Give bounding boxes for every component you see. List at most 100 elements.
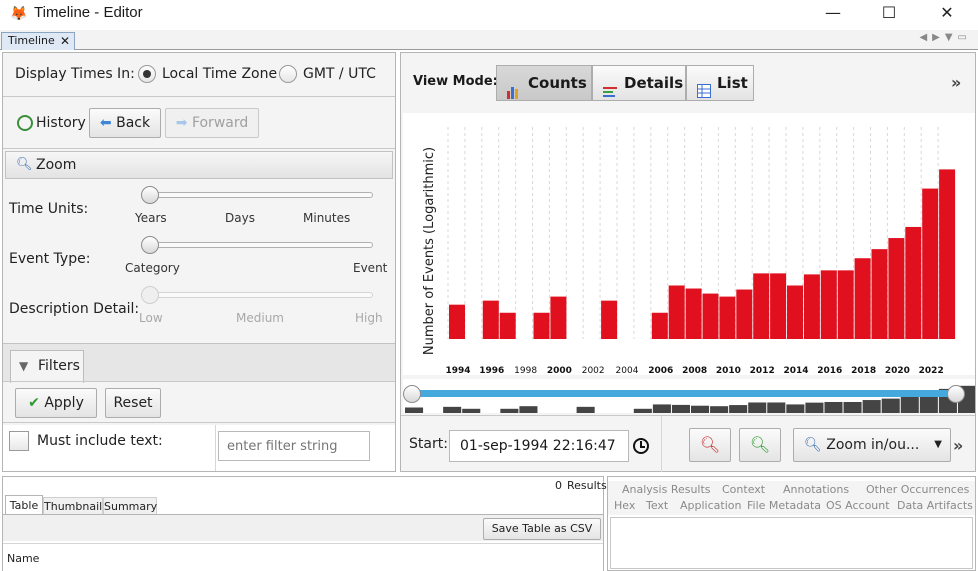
bar-2021[interactable] xyxy=(905,226,922,339)
view-toolbar-overflow-icon[interactable]: » xyxy=(951,73,961,92)
list-view-button[interactable]: List xyxy=(686,65,754,101)
description-detail-slider-knob[interactable] xyxy=(141,286,159,304)
bar-2018[interactable] xyxy=(854,258,871,339)
must-include-checkbox[interactable] xyxy=(9,431,29,451)
overview-bar-2018 xyxy=(862,400,881,413)
range-slider-track[interactable] xyxy=(411,390,957,397)
overview-bar-2007 xyxy=(652,404,671,413)
overview-bar-1999 xyxy=(500,408,519,413)
filter-text-input[interactable] xyxy=(218,431,370,461)
tab-summary[interactable]: Summary xyxy=(103,497,157,515)
zoom-in-out-dropdown[interactable]: 🔍︎ Zoom in/ou... ▼ xyxy=(793,428,951,462)
counts-view-button[interactable]: Counts xyxy=(496,65,592,101)
zoom-in-button[interactable]: 🔍︎ xyxy=(739,428,781,462)
range-start-knob[interactable] xyxy=(403,385,421,403)
x-tick-2018: 2018 xyxy=(851,366,876,375)
bar-2017[interactable] xyxy=(837,270,854,339)
tab-data-artifacts[interactable]: Data Artifacts xyxy=(897,499,973,512)
tab-hex[interactable]: Hex xyxy=(614,499,635,512)
tab-application[interactable]: Application xyxy=(680,499,741,512)
bar-2000[interactable] xyxy=(550,296,567,339)
bar-2007[interactable] xyxy=(668,285,685,339)
time-range-overview[interactable] xyxy=(403,379,976,413)
save-table-csv-button[interactable]: Save Table as CSV xyxy=(483,518,601,540)
range-end-knob[interactable] xyxy=(947,385,965,403)
bar-2006[interactable] xyxy=(651,312,668,339)
detail-tick-high: High xyxy=(355,311,383,325)
details-view-button[interactable]: Details xyxy=(592,65,686,101)
tab-text[interactable]: Text xyxy=(646,499,668,512)
bar-2014[interactable] xyxy=(787,285,803,339)
clock-icon[interactable] xyxy=(633,438,649,454)
bar-1999[interactable] xyxy=(533,312,550,339)
filters-tab-label: Filters xyxy=(38,358,80,374)
chart-bars xyxy=(449,169,956,339)
event-type-slider-knob[interactable] xyxy=(141,236,159,254)
bar-2020[interactable] xyxy=(888,238,905,339)
bar-1997[interactable] xyxy=(499,312,516,339)
close-window-button[interactable]: ✕ xyxy=(924,0,970,28)
bar-1994[interactable] xyxy=(449,304,465,339)
bar-2011[interactable] xyxy=(736,289,753,339)
tab-thumbnail[interactable]: Thumbnail xyxy=(43,497,103,515)
forward-button[interactable]: ➡ Forward xyxy=(165,108,259,138)
bar-2008[interactable] xyxy=(685,288,702,339)
bar-2022[interactable] xyxy=(922,188,939,339)
bar-2016[interactable] xyxy=(820,270,837,339)
local-time-radio[interactable] xyxy=(138,65,156,83)
back-button[interactable]: ⬅ Back xyxy=(89,108,161,138)
app-logo-icon: 🦊 xyxy=(10,6,28,22)
tab-navigation-icons[interactable]: ◀▶▼▭ xyxy=(919,32,972,43)
display-times-row: Display Times In: Local Time Zone GMT / … xyxy=(3,53,395,97)
close-tab-icon[interactable]: ✕ xyxy=(60,33,70,49)
overview-bar-2020 xyxy=(900,396,919,413)
tab-analysis-results[interactable]: Analysis Results xyxy=(622,483,711,496)
maximize-button[interactable]: ☐ xyxy=(866,0,912,28)
tab-timeline[interactable]: Timeline ✕ xyxy=(1,32,75,50)
detail-tick-medium: Medium xyxy=(236,311,284,325)
bar-2015[interactable] xyxy=(803,274,820,339)
chart-y-axis-label: Number of Events (Logarithmic) xyxy=(422,147,437,355)
x-tick-1994: 1994 xyxy=(445,366,470,375)
column-header-name[interactable]: Name xyxy=(7,552,39,565)
reset-button[interactable]: Reset xyxy=(105,388,161,418)
tab-os-account[interactable]: OS Account xyxy=(826,499,890,512)
counts-view-label: Counts xyxy=(528,74,587,92)
start-label: Start: xyxy=(409,436,448,452)
zoom-out-button[interactable]: 🔍︎ xyxy=(689,428,731,462)
tab-context[interactable]: Context xyxy=(722,483,765,496)
bar-2003[interactable] xyxy=(601,300,618,339)
zoom-in-icon: 🔍︎ xyxy=(749,435,771,454)
bar-2009[interactable] xyxy=(702,293,719,339)
bar-2012[interactable] xyxy=(753,273,770,339)
apply-button[interactable]: ✔ Apply xyxy=(15,388,97,418)
zoom-section-header[interactable]: 🔍︎ Zoom xyxy=(5,151,393,179)
tab-other-occurrences[interactable]: Other Occurrences xyxy=(866,483,969,496)
bar-2023[interactable] xyxy=(939,169,956,339)
event-type-slider[interactable] xyxy=(149,242,373,248)
filters-tab[interactable]: ▼ Filters xyxy=(10,350,84,383)
time-controls-overflow-icon[interactable]: » xyxy=(953,436,963,455)
view-mode-label: View Mode: xyxy=(413,74,498,89)
tab-file-metadata[interactable]: File Metadata xyxy=(747,499,821,512)
document-tab-strip: Timeline ✕ ◀▶▼▭ xyxy=(0,30,978,50)
bar-1996[interactable] xyxy=(482,300,499,339)
tab-annotations[interactable]: Annotations xyxy=(783,483,849,496)
bar-2019[interactable] xyxy=(871,249,888,339)
minimize-button[interactable]: — xyxy=(810,0,856,28)
bar-2010[interactable] xyxy=(719,296,736,339)
event-type-label: Event Type: xyxy=(9,251,91,267)
description-detail-slider[interactable] xyxy=(149,292,373,298)
time-units-slider[interactable] xyxy=(149,192,373,198)
time-units-slider-knob[interactable] xyxy=(141,186,159,204)
start-datetime-field[interactable]: 01-sep-1994 22:16:47 xyxy=(449,430,629,462)
gmt-utc-radio[interactable] xyxy=(279,65,297,83)
filter-actions-row: ✔ Apply Reset xyxy=(3,381,395,423)
tab-table[interactable]: Table xyxy=(5,495,43,515)
bar-2013[interactable] xyxy=(770,273,787,339)
overview-bar-1997 xyxy=(462,408,481,413)
zoom-dropdown-label: Zoom in/ou... xyxy=(826,437,920,453)
zoom-dropdown-magnifier-icon: 🔍︎ xyxy=(804,437,822,453)
back-arrow-icon: ⬅ xyxy=(99,115,112,131)
content-viewer-panel: Analysis Results Context Annotations Oth… xyxy=(607,476,976,571)
